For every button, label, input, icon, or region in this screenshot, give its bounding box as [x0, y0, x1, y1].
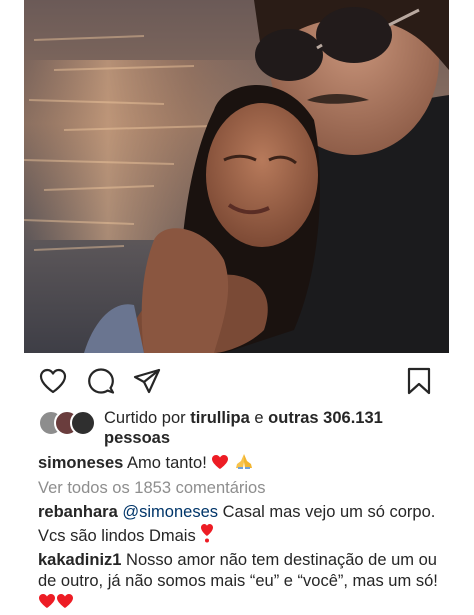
- post-photo[interactable]: [24, 0, 449, 353]
- paper-plane-icon[interactable]: [132, 366, 162, 396]
- comment-mention[interactable]: @simoneses: [122, 503, 218, 521]
- liker-username[interactable]: tirullipa: [190, 409, 250, 427]
- comment-username[interactable]: kakadiniz1: [38, 551, 121, 569]
- likes-suffix[interactable]: pessoas: [104, 429, 170, 447]
- post-caption: simoneses Amo tanto!: [38, 452, 458, 476]
- post-action-bar: [24, 362, 449, 398]
- view-all-comments-link[interactable]: Ver todos os 1853 comentários: [38, 478, 265, 499]
- likes-summary[interactable]: Curtido por tirullipa e outras 306.131 pe…: [104, 408, 434, 448]
- praying-hands-emoji-icon: [234, 452, 254, 476]
- caption-text: Amo tanto!: [126, 454, 207, 472]
- heart-exclamation-emoji-icon: [200, 523, 214, 549]
- comment-username[interactable]: rebanhara: [38, 503, 118, 521]
- red-heart-emoji-icon: [211, 454, 229, 476]
- comment-item: kakadiniz1 Nosso amor não tem destinação…: [38, 550, 443, 615]
- red-heart-emoji-icon: [56, 593, 74, 615]
- heart-outline-icon[interactable]: [38, 366, 68, 396]
- likes-connector: e: [249, 409, 269, 427]
- likes-prefix: Curtido por: [104, 409, 191, 427]
- caption-username[interactable]: simoneses: [38, 454, 123, 472]
- comment-bubble-icon[interactable]: [86, 366, 116, 396]
- comment-item: rebanhara @simoneses Casal mas vejo um s…: [38, 502, 443, 549]
- photo-illustration: [24, 0, 449, 353]
- likes-others-count[interactable]: outras 306.131: [268, 409, 383, 427]
- liker-avatars[interactable]: [38, 410, 100, 436]
- red-heart-emoji-icon: [38, 593, 56, 615]
- bookmark-icon[interactable]: [404, 366, 434, 396]
- avatar: [70, 410, 96, 436]
- likes-row: Curtido por tirullipa e outras 306.131 pe…: [38, 408, 448, 448]
